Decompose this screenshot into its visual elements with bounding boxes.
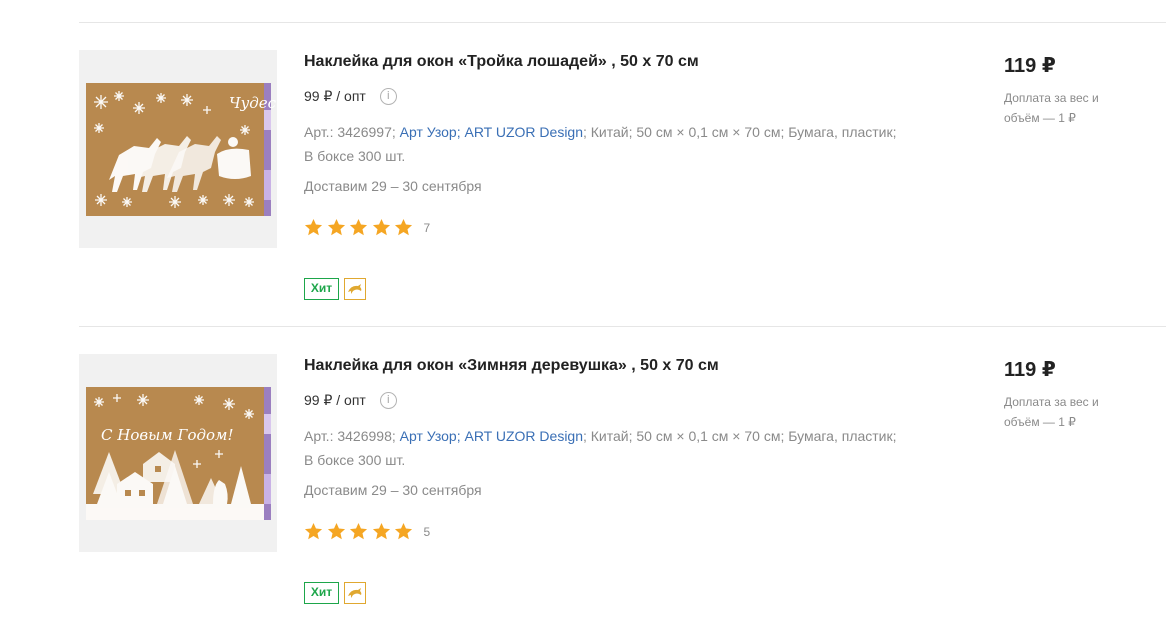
star-icon: [394, 522, 413, 540]
product-specs: Арт.: 3426998; Арт Узор; ART UZOR Design…: [304, 424, 944, 472]
product-card: С Новым Годом! Наклейка для окон «Зимняя…: [79, 354, 1166, 624]
dolphin-icon: [348, 588, 362, 598]
product-card: Чудес Наклейка для окон «Тройка лошадей»…: [79, 50, 1166, 320]
opt-price-row: 99 ₽ / опт i: [304, 392, 397, 409]
product-image[interactable]: С Новым Годом!: [79, 354, 277, 552]
badges: Хит: [304, 278, 366, 300]
box-quantity: В боксе 300 шт.: [304, 452, 406, 468]
info-icon[interactable]: i: [379, 392, 397, 409]
star-icon: [304, 218, 323, 236]
opt-price-row: 99 ₽ / опт i: [304, 88, 397, 105]
rating[interactable]: 7: [304, 218, 430, 237]
star-icon: [349, 218, 368, 236]
top-divider: [79, 22, 1166, 23]
box-quantity: В боксе 300 шт.: [304, 148, 406, 164]
product-divider: [79, 326, 1166, 327]
image-caption: С Новым Годом!: [101, 426, 233, 444]
review-count[interactable]: 7: [424, 221, 431, 235]
opt-price: 99 ₽ / опт: [304, 88, 366, 104]
star-icon: [394, 218, 413, 236]
price: 119 ₽: [1004, 359, 1056, 381]
article-number: Арт.: 3426997;: [304, 124, 396, 140]
delivery-date: Доставим 29 – 30 сентября: [304, 482, 482, 498]
product-title[interactable]: Наклейка для окон «Зимняя деревушка» , 5…: [304, 357, 719, 375]
star-icon: [304, 522, 323, 540]
manufacturer-link[interactable]: ART UZOR Design: [464, 124, 583, 140]
hit-badge: Хит: [304, 582, 339, 604]
product-image[interactable]: Чудес: [79, 50, 277, 248]
article-number: Арт.: 3426998;: [304, 428, 396, 444]
surcharge-note: Доплата за вес и объём — 1 ₽: [1004, 395, 1099, 429]
dolphin-badge: [344, 582, 366, 604]
spec-details: ; Китай; 50 см × 0,1 см × 70 см; Бумага,…: [583, 124, 897, 140]
review-count[interactable]: 5: [424, 525, 431, 539]
brand-link[interactable]: Арт Узор;: [400, 124, 461, 140]
star-icon: [327, 522, 345, 540]
star-icon: [372, 522, 390, 540]
star-icon: [327, 218, 345, 236]
product-title[interactable]: Наклейка для окон «Тройка лошадей» , 50 …: [304, 53, 699, 71]
price: 119 ₽: [1004, 55, 1056, 77]
rating[interactable]: 5: [304, 522, 430, 541]
product-specs: Арт.: 3426997; Арт Узор; ART UZOR Design…: [304, 120, 944, 168]
dolphin-badge: [344, 278, 366, 300]
hit-badge: Хит: [304, 278, 339, 300]
star-icon: [372, 218, 390, 236]
badges: Хит: [304, 582, 366, 604]
surcharge-note: Доплата за вес и объём — 1 ₽: [1004, 91, 1099, 125]
image-caption: Чудес: [229, 94, 277, 112]
brand-link[interactable]: Арт Узор;: [400, 428, 461, 444]
spec-details: ; Китай; 50 см × 0,1 см × 70 см; Бумага,…: [583, 428, 897, 444]
star-icon: [349, 522, 368, 540]
info-icon[interactable]: i: [379, 88, 397, 105]
opt-price: 99 ₽ / опт: [304, 392, 366, 408]
delivery-date: Доставим 29 – 30 сентября: [304, 178, 482, 194]
manufacturer-link[interactable]: ART UZOR Design: [464, 428, 583, 444]
dolphin-icon: [348, 284, 362, 294]
